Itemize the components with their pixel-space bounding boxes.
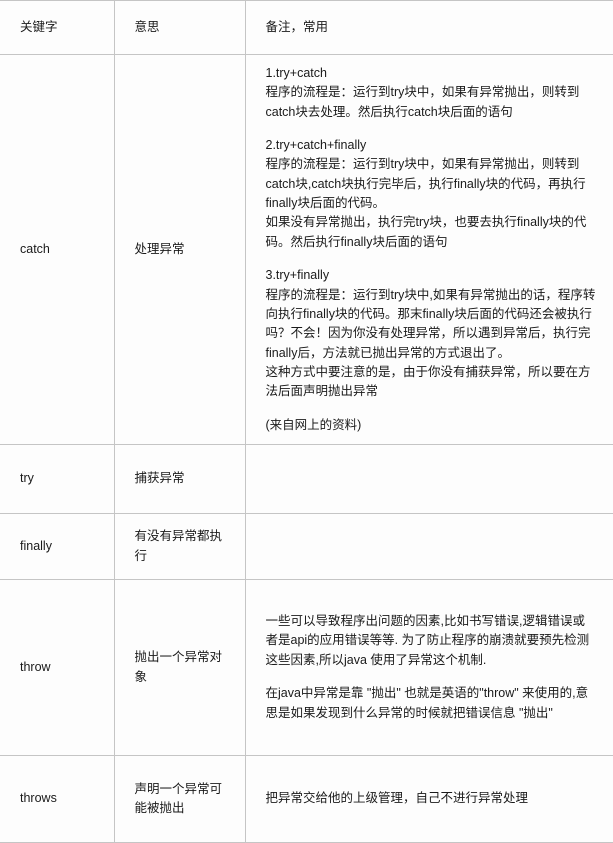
column-header-keyword: 关键字 bbox=[0, 0, 115, 55]
cell-remark-throw: 一些可以导致程序出问题的因素,比如书写错误,逻辑错误或者是api的应用错误等等.… bbox=[245, 579, 613, 756]
table-header-row: 关键字 意思 备注，常用 bbox=[0, 0, 613, 55]
table-row: throws 声明一个异常可能被抛出 把异常交给他的上级管理，自己不进行异常处理 bbox=[0, 755, 613, 843]
column-header-meaning: 意思 bbox=[114, 0, 246, 55]
cell-keyword-throws: throws bbox=[0, 755, 115, 843]
remark-paragraph: 把异常交给他的上级管理，自己不进行异常处理 bbox=[265, 791, 529, 806]
table-row: throw 抛出一个异常对象 一些可以导致程序出问题的因素,比如书写错误,逻辑错… bbox=[0, 579, 613, 756]
cell-meaning-finally: 有没有异常都执行 bbox=[114, 513, 246, 580]
cell-remark-finally bbox=[245, 513, 613, 580]
cell-remark-catch: 1.try+catch 程序的流程是：运行到try块中，如果有异常抛出，则转到c… bbox=[245, 54, 613, 445]
cell-keyword-try: try bbox=[0, 444, 115, 514]
remark-paragraph: 一些可以导致程序出问题的因素,比如书写错误,逻辑错误或者是api的应用错误等等.… bbox=[265, 614, 590, 667]
cell-remark-throws: 把异常交给他的上级管理，自己不进行异常处理 bbox=[245, 755, 613, 843]
remark-paragraph: 3.try+finally 程序的流程是：运行到try块中,如果有异常抛出的话，… bbox=[265, 268, 596, 399]
cell-meaning-throw: 抛出一个异常对象 bbox=[114, 579, 246, 756]
cell-keyword-catch: catch bbox=[0, 54, 115, 445]
cell-meaning-catch: 处理异常 bbox=[114, 54, 246, 445]
cell-remark-try bbox=[245, 444, 613, 514]
cell-keyword-finally: finally bbox=[0, 513, 115, 580]
remark-paragraph: 1.try+catch 程序的流程是：运行到try块中，如果有异常抛出，则转到c… bbox=[265, 65, 580, 119]
remark-paragraph: 在java中异常是靠 "抛出" 也就是英语的"throw" 来使用的,意思是如果… bbox=[265, 686, 589, 720]
cell-meaning-try: 捕获异常 bbox=[114, 444, 246, 514]
cell-meaning-throws: 声明一个异常可能被抛出 bbox=[114, 755, 246, 843]
remark-paragraph: 2.try+catch+finally 程序的流程是：运行到try块中，如果有异… bbox=[265, 137, 587, 249]
table-row: try 捕获异常 bbox=[0, 444, 613, 514]
table-row: catch 处理异常 1.try+catch 程序的流程是：运行到try块中，如… bbox=[0, 54, 613, 445]
cell-keyword-throw: throw bbox=[0, 579, 115, 756]
column-header-remark: 备注，常用 bbox=[245, 0, 613, 55]
table-row: finally 有没有异常都执行 bbox=[0, 513, 613, 580]
java-exception-keywords-table: 关键字 意思 备注，常用 catch 处理异常 1.try+catch 程序的流… bbox=[0, 0, 613, 843]
remark-paragraph-source-note: (来自网上的资料) bbox=[265, 417, 362, 432]
